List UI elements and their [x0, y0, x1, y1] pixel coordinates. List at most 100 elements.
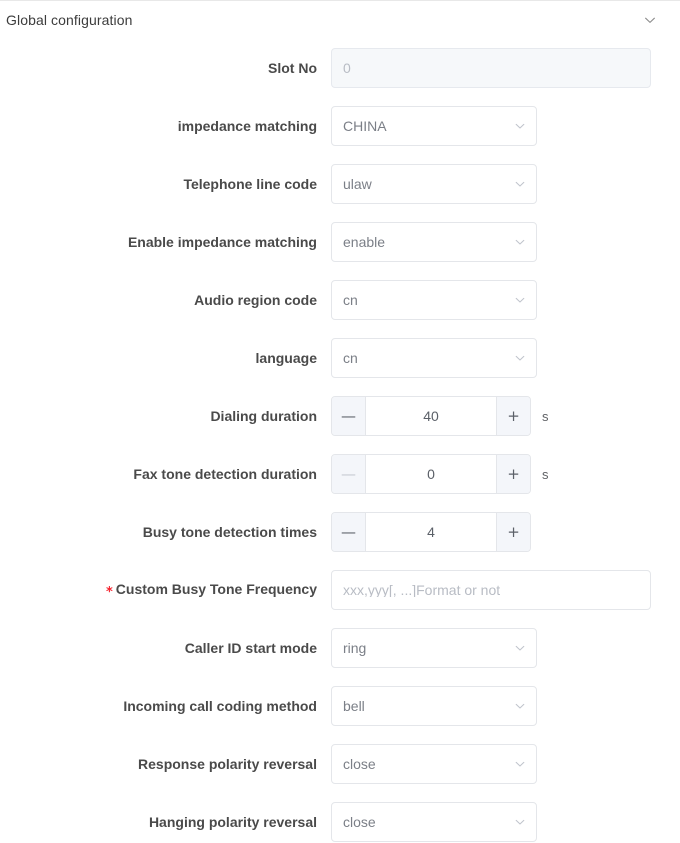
form-row-language: language cn: [0, 338, 680, 378]
field-label-language: language: [0, 338, 331, 378]
required-asterisk: *: [105, 585, 113, 600]
select-value: cn: [343, 350, 358, 366]
field-control-impedance-matching: CHINA: [331, 106, 537, 146]
field-label-text: Hanging polarity reversal: [148, 814, 317, 830]
select-telephone-line-code[interactable]: ulaw: [331, 164, 537, 204]
chevron-down-icon[interactable]: [514, 294, 526, 306]
unit-label: s: [542, 408, 549, 424]
field-control-audio-region-code: cn: [331, 280, 537, 320]
form-row-custom-busy-tone-frequency: * Custom Busy Tone Frequency xxx,yyy[, ...…: [0, 570, 680, 610]
field-label-telephone-line-code: Telephone line code: [0, 164, 331, 204]
field-label-dialing-duration: Dialing duration: [0, 396, 331, 436]
select-enable-impedance-matching[interactable]: enable: [331, 222, 537, 262]
form-row-busy-tone-detection-times: Busy tone detection times —4 +: [0, 512, 680, 552]
field-label-text: Audio region code: [194, 292, 317, 308]
field-control-fax-tone-detection-duration: —0 + s: [331, 454, 549, 494]
field-control-dialing-duration: —40 + s: [331, 396, 549, 436]
field-control-telephone-line-code: ulaw: [331, 164, 537, 204]
field-label-text: Fax tone detection duration: [133, 466, 317, 482]
select-incoming-call-coding-method[interactable]: bell: [331, 686, 537, 726]
select-value: ring: [343, 640, 367, 656]
chevron-down-icon[interactable]: [514, 178, 526, 190]
configuration-form: Slot No 0 impedance matching CHINA Telephone…: [0, 38, 680, 842]
field-label-impedance-matching: impedance matching: [0, 106, 331, 146]
form-row-caller-id-start-mode: Caller ID start mode ring: [0, 628, 680, 668]
field-label-incoming-call-coding-method: Incoming call coding method: [0, 686, 331, 726]
minus-icon[interactable]: —: [332, 397, 366, 435]
text-input-custom-busy-tone-frequency[interactable]: xxx,yyy[, ...]Format or not: [331, 570, 651, 610]
field-label-text: Slot No: [268, 60, 317, 76]
number-stepper-dialing-duration: —40 +: [331, 396, 531, 436]
input-placeholder: 0: [343, 61, 351, 75]
chevron-down-icon[interactable]: [514, 120, 526, 132]
field-control-enable-impedance-matching: enable: [331, 222, 537, 262]
field-label-text: Caller ID start mode: [184, 640, 317, 656]
minus-icon[interactable]: —: [332, 513, 366, 551]
select-audio-region-code[interactable]: cn: [331, 280, 537, 320]
field-label-text: Incoming call coding method: [123, 698, 317, 714]
stepper-value[interactable]: 40: [366, 397, 496, 435]
global-configuration-panel: Global configuration Slot No 0 impedance m…: [0, 0, 680, 843]
field-label-slot-no: Slot No: [0, 48, 331, 88]
select-impedance-matching[interactable]: CHINA: [331, 106, 537, 146]
field-label-busy-tone-detection-times: Busy tone detection times: [0, 512, 331, 552]
panel-header[interactable]: Global configuration: [0, 1, 680, 38]
plus-icon[interactable]: +: [496, 397, 530, 435]
select-value: cn: [343, 292, 358, 308]
field-label-text: Enable impedance matching: [127, 234, 317, 250]
form-row-response-polarity-reversal: Response polarity reversal close: [0, 744, 680, 784]
select-value: enable: [343, 234, 386, 250]
field-label-text: impedance matching: [177, 118, 317, 134]
field-control-busy-tone-detection-times: —4 +: [331, 512, 531, 552]
field-label-response-polarity-reversal: Response polarity reversal: [0, 744, 331, 784]
chevron-down-icon[interactable]: [514, 642, 526, 654]
chevron-down-icon[interactable]: [643, 13, 657, 27]
stepper-value[interactable]: 0: [366, 455, 496, 493]
chevron-down-icon[interactable]: [514, 758, 526, 770]
field-control-caller-id-start-mode: ring: [331, 628, 537, 668]
form-row-slot-no: Slot No 0: [0, 48, 680, 88]
minus-icon[interactable]: —: [332, 455, 366, 493]
field-control-hanging-polarity-reversal: close: [331, 802, 537, 842]
form-row-audio-region-code: Audio region code cn: [0, 280, 680, 320]
form-row-hanging-polarity-reversal: Hanging polarity reversal close: [0, 802, 680, 842]
field-label-enable-impedance-matching: Enable impedance matching: [0, 222, 331, 262]
field-label-text: Dialing duration: [210, 408, 317, 424]
field-control-slot-no: 0: [331, 48, 651, 88]
chevron-down-icon[interactable]: [514, 236, 526, 248]
select-value: close: [343, 814, 376, 830]
field-control-incoming-call-coding-method: bell: [331, 686, 537, 726]
form-row-impedance-matching: impedance matching CHINA: [0, 106, 680, 146]
plus-icon[interactable]: +: [496, 513, 530, 551]
plus-icon[interactable]: +: [496, 455, 530, 493]
field-label-text: Busy tone detection times: [142, 524, 317, 540]
select-value: CHINA: [343, 118, 387, 134]
chevron-down-icon[interactable]: [514, 352, 526, 364]
form-row-incoming-call-coding-method: Incoming call coding method bell: [0, 686, 680, 726]
field-label-audio-region-code: Audio region code: [0, 280, 331, 320]
select-hanging-polarity-reversal[interactable]: close: [331, 802, 537, 842]
select-value: bell: [343, 698, 365, 714]
select-value: close: [343, 756, 376, 772]
select-language[interactable]: cn: [331, 338, 537, 378]
field-label-text: Custom Busy Tone Frequency: [115, 581, 317, 597]
field-label-fax-tone-detection-duration: Fax tone detection duration: [0, 454, 331, 494]
stepper-value[interactable]: 4: [366, 513, 496, 551]
field-label-text: language: [255, 350, 317, 366]
form-row-fax-tone-detection-duration: Fax tone detection duration —0 + s: [0, 454, 680, 494]
field-control-response-polarity-reversal: close: [331, 744, 537, 784]
text-input-slot-no: 0: [331, 48, 651, 88]
panel-title: Global configuration: [6, 11, 133, 28]
field-label-text: Response polarity reversal: [138, 756, 317, 772]
chevron-down-icon[interactable]: [514, 816, 526, 828]
select-caller-id-start-mode[interactable]: ring: [331, 628, 537, 668]
chevron-down-icon[interactable]: [514, 700, 526, 712]
field-label-hanging-polarity-reversal: Hanging polarity reversal: [0, 802, 331, 842]
form-row-dialing-duration: Dialing duration —40 + s: [0, 396, 680, 436]
field-label-text: Telephone line code: [183, 176, 317, 192]
select-response-polarity-reversal[interactable]: close: [331, 744, 537, 784]
number-stepper-busy-tone-detection-times: —4 +: [331, 512, 531, 552]
field-label-custom-busy-tone-frequency: * Custom Busy Tone Frequency: [0, 569, 331, 611]
field-control-custom-busy-tone-frequency: xxx,yyy[, ...]Format or not: [331, 570, 651, 610]
field-control-language: cn: [331, 338, 537, 378]
